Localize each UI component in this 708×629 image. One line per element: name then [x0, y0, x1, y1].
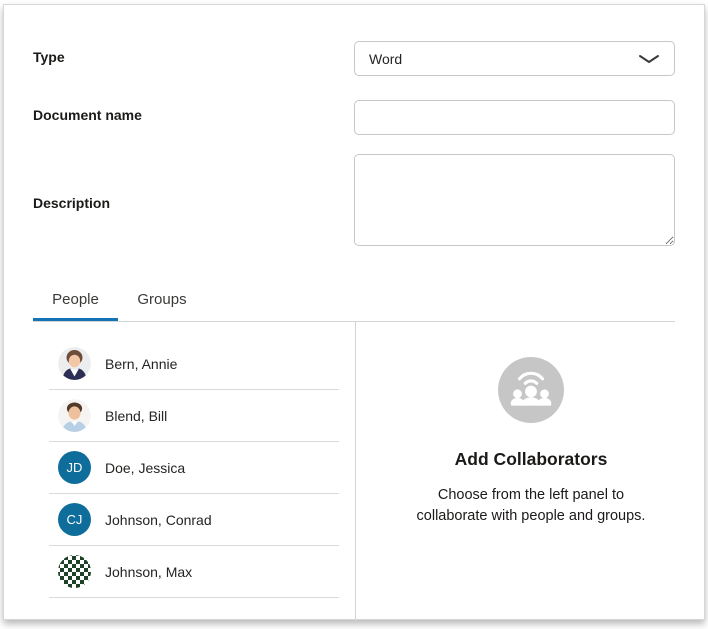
document-name-label: Document name [33, 107, 142, 123]
chevron-down-icon [638, 54, 660, 64]
tab-people[interactable]: People [33, 288, 118, 322]
people-list: Bern, Annie Blend, Bill [49, 338, 339, 598]
collaborate-people-wifi-icon [498, 357, 564, 423]
empty-state-title: Add Collaborators [455, 449, 608, 470]
list-item-johnson-max[interactable]: Johnson, Max [49, 546, 339, 598]
person-name: Johnson, Conrad [105, 512, 212, 528]
avatar-photo-woman [58, 347, 91, 380]
avatar-photo-man [58, 399, 91, 432]
type-dropdown-value: Word [369, 51, 402, 67]
list-item-bern-annie[interactable]: Bern, Annie [49, 338, 339, 390]
tab-people-label: People [52, 288, 99, 308]
description-textarea[interactable] [354, 154, 675, 246]
person-name: Johnson, Max [105, 564, 192, 580]
tab-groups-label: Groups [137, 288, 186, 308]
person-name: Bern, Annie [105, 356, 177, 372]
list-item-johnson-conrad[interactable]: CJ Johnson, Conrad [49, 494, 339, 546]
add-collaborators-panel: Add Collaborators Choose from the left p… [356, 321, 706, 621]
document-name-input[interactable] [354, 100, 675, 135]
person-name: Doe, Jessica [105, 460, 185, 476]
new-document-dialog: Type Document name Description Word Peop… [3, 4, 705, 620]
tab-groups[interactable]: Groups [122, 288, 202, 322]
dialog-canvas: Type Document name Description Word Peop… [0, 0, 708, 629]
collaborator-tabs: People Groups [33, 288, 202, 322]
avatar-initials-jd: JD [58, 451, 91, 484]
list-item-doe-jessica[interactable]: JD Doe, Jessica [49, 442, 339, 494]
type-dropdown[interactable]: Word [354, 41, 675, 76]
person-name: Blend, Bill [105, 408, 167, 424]
list-item-blend-bill[interactable]: Blend, Bill [49, 390, 339, 442]
empty-state-description: Choose from the left panel to collaborat… [405, 485, 657, 527]
avatar-initials-cj: CJ [58, 503, 91, 536]
description-label: Description [33, 195, 110, 211]
type-label: Type [33, 49, 65, 65]
avatar-pattern-image [58, 555, 91, 588]
